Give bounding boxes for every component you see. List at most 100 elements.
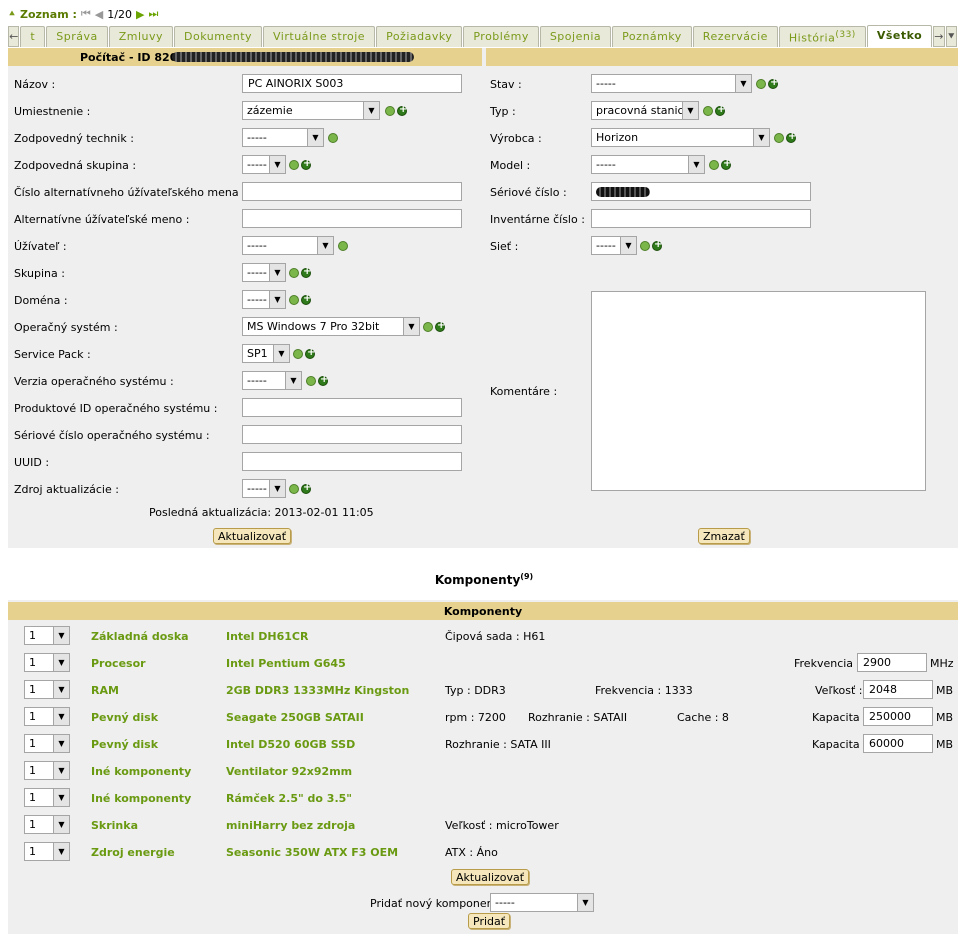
component-name-link[interactable]: miniHarry bez zdroja: [226, 819, 355, 832]
add-icon[interactable]: [786, 131, 796, 143]
edit-icon[interactable]: [289, 295, 299, 305]
edit-icon[interactable]: [385, 106, 395, 116]
komentare-textarea[interactable]: [591, 291, 926, 491]
update-button[interactable]: Aktualizovať: [213, 528, 292, 544]
edit-icon[interactable]: [756, 79, 766, 89]
zodpovedna-skupina-select[interactable]: ----- ▼: [242, 155, 286, 174]
component-qty-select[interactable]: 1 ▼: [24, 734, 70, 753]
siet-select[interactable]: ----- ▼: [591, 236, 637, 255]
alt-cislo-input[interactable]: [242, 182, 462, 201]
tab-zmluvy[interactable]: Zmluvy: [108, 26, 174, 47]
os-verzia-select[interactable]: ----- ▼: [242, 371, 302, 390]
service-pack-select[interactable]: SP1 ▼: [242, 344, 290, 363]
add-icon[interactable]: [715, 104, 725, 116]
list-link[interactable]: Zoznam :: [20, 8, 77, 21]
component-name-link[interactable]: Seasonic 350W ATX F3 OEM: [226, 846, 398, 859]
component-name-link[interactable]: Seagate 250GB SATAII: [226, 711, 364, 724]
add-icon[interactable]: [305, 347, 315, 359]
tab-scroll-right-icon[interactable]: →: [933, 26, 945, 47]
seriove-cislo-input[interactable]: [591, 182, 811, 201]
tab-historia[interactable]: História(33): [778, 26, 866, 47]
component-qty-select[interactable]: 1 ▼: [24, 707, 70, 726]
tab-rezervacie[interactable]: Rezervácie: [692, 26, 778, 47]
tab-virtualne-stroje[interactable]: Virtuálne stroje: [263, 26, 376, 47]
skupina-select[interactable]: ----- ▼: [242, 263, 286, 282]
os-prod-id-input[interactable]: [242, 398, 462, 417]
first-record-icon[interactable]: ⏮: [81, 7, 91, 21]
component-qty-select[interactable]: 1 ▼: [24, 680, 70, 699]
add-icon[interactable]: [301, 266, 311, 278]
add-component-button[interactable]: Pridať: [468, 913, 511, 929]
component-qty-select[interactable]: 1 ▼: [24, 761, 70, 780]
tab-poziadavky[interactable]: Požiadavky: [376, 26, 463, 47]
tab-sprava[interactable]: Správa: [46, 26, 108, 47]
uzivatel-select[interactable]: ----- ▼: [242, 236, 334, 255]
edit-icon[interactable]: [703, 106, 713, 116]
component-name-link[interactable]: Intel Pentium G645: [226, 657, 346, 670]
component-field-input[interactable]: 250000: [863, 707, 933, 726]
edit-icon[interactable]: [289, 160, 299, 170]
component-name-link[interactable]: 2GB DDR3 1333MHz Kingston: [226, 684, 409, 697]
add-icon[interactable]: [652, 239, 662, 251]
component-qty-select[interactable]: 1 ▼: [24, 653, 70, 672]
components-update-button[interactable]: Aktualizovať: [451, 869, 530, 885]
add-icon[interactable]: [301, 482, 311, 494]
previous-record-icon[interactable]: ◀: [95, 8, 103, 21]
nazov-input[interactable]: PC AINORIX S003: [242, 74, 462, 93]
tab-spojenia[interactable]: Spojenia: [539, 26, 612, 47]
chevron-up-icon[interactable]: ⯅: [8, 9, 16, 20]
edit-icon[interactable]: [328, 133, 338, 143]
os-serial-input[interactable]: [242, 425, 462, 444]
edit-icon[interactable]: [293, 349, 303, 359]
os-select[interactable]: MS Windows 7 Pro 32bit ▼: [242, 317, 420, 336]
vyrobca-select[interactable]: Horizon ▼: [591, 128, 770, 147]
tab-vsetko[interactable]: Všetko: [866, 25, 933, 47]
component-name-link[interactable]: Intel D520 60GB SSD: [226, 738, 355, 751]
edit-icon[interactable]: [423, 322, 433, 332]
tab-problemy[interactable]: Problémy: [463, 26, 539, 47]
technik-select[interactable]: ----- ▼: [242, 128, 324, 147]
inventarne-cislo-input[interactable]: [591, 209, 811, 228]
component-name-link[interactable]: Rámček 2.5" do 3.5": [226, 792, 352, 805]
add-icon[interactable]: [721, 158, 731, 170]
edit-icon[interactable]: [338, 241, 348, 251]
last-record-icon[interactable]: ⏭: [148, 7, 158, 21]
tab-dokumenty[interactable]: Dokumenty: [174, 26, 263, 47]
add-icon[interactable]: [397, 104, 407, 116]
tab-partial[interactable]: t: [20, 26, 46, 47]
add-icon[interactable]: [435, 320, 445, 332]
tab-scroll-left-icon[interactable]: ←: [8, 26, 20, 47]
edit-icon[interactable]: [289, 268, 299, 278]
component-name-link[interactable]: Intel DH61CR: [226, 630, 308, 643]
component-name-link[interactable]: Ventilator 92x92mm: [226, 765, 352, 778]
component-field-input[interactable]: 2900: [857, 653, 927, 672]
domena-select[interactable]: ----- ▼: [242, 290, 286, 309]
edit-icon[interactable]: [709, 160, 719, 170]
add-icon[interactable]: [768, 77, 778, 89]
tab-poznamky[interactable]: Poznámky: [612, 26, 692, 47]
zdroj-select[interactable]: ----- ▼: [242, 479, 286, 498]
component-qty-select[interactable]: 1 ▼: [24, 788, 70, 807]
edit-icon[interactable]: [774, 133, 784, 143]
stav-select[interactable]: ----- ▼: [591, 74, 752, 93]
uuid-input[interactable]: [242, 452, 462, 471]
add-icon[interactable]: [301, 158, 311, 170]
model-select[interactable]: ----- ▼: [591, 155, 705, 174]
component-qty-select[interactable]: 1 ▼: [24, 626, 70, 645]
add-component-select[interactable]: ----- ▼: [490, 893, 594, 912]
edit-icon[interactable]: [640, 241, 650, 251]
edit-icon[interactable]: [306, 376, 316, 386]
tab-menu-icon[interactable]: ⯆: [945, 26, 957, 47]
edit-icon[interactable]: [289, 484, 299, 494]
component-qty-select[interactable]: 1 ▼: [24, 815, 70, 834]
next-record-icon[interactable]: ▶: [136, 8, 144, 21]
typ-select[interactable]: pracovná stanica ▼: [591, 101, 699, 120]
alt-meno-input[interactable]: [242, 209, 462, 228]
component-qty-select[interactable]: 1 ▼: [24, 842, 70, 861]
delete-button[interactable]: Zmazať: [698, 528, 750, 544]
component-field-input[interactable]: 60000: [863, 734, 933, 753]
umiestnenie-select[interactable]: zázemie ▼: [242, 101, 380, 120]
add-icon[interactable]: [301, 293, 311, 305]
component-field-input[interactable]: 2048: [863, 680, 933, 699]
add-icon[interactable]: [318, 374, 328, 386]
